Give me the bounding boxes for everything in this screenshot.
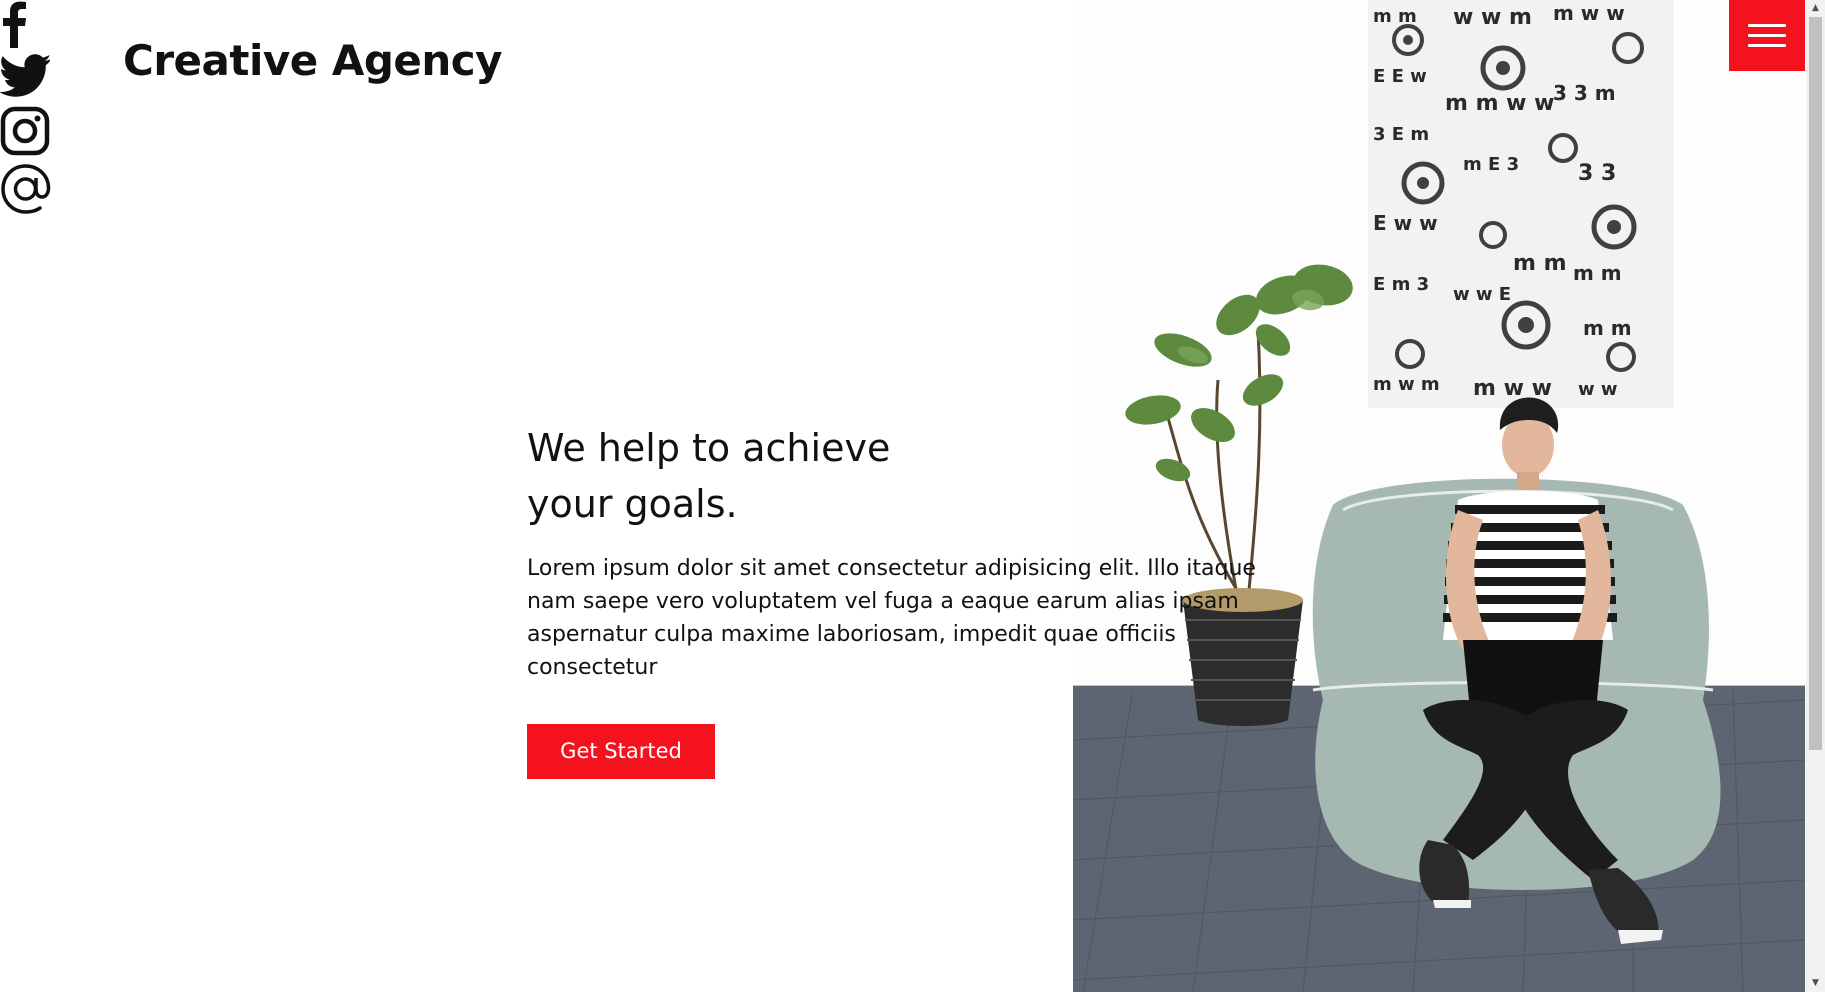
hamburger-menu-icon-bar-3 bbox=[1748, 44, 1786, 47]
hamburger-menu-icon-bar-2 bbox=[1748, 34, 1786, 37]
svg-text:3 E m: 3 E m bbox=[1373, 124, 1429, 145]
hero-title: We help to achieve your goals. bbox=[527, 426, 891, 526]
svg-text:m m: m m bbox=[1583, 316, 1632, 340]
facebook-icon[interactable] bbox=[0, 0, 28, 48]
svg-text:E w w: E w w bbox=[1373, 211, 1438, 235]
vertical-scrollbar[interactable]: ▲ ▼ bbox=[1806, 0, 1825, 992]
svg-text:m w m: m w m bbox=[1373, 374, 1440, 395]
svg-text:E m 3: E m 3 bbox=[1373, 274, 1429, 295]
svg-text:m m w w: m m w w bbox=[1445, 91, 1554, 116]
instagram-icon[interactable] bbox=[0, 106, 50, 156]
svg-text:m w w: m w w bbox=[1553, 1, 1625, 25]
svg-text:m m: m m bbox=[1573, 261, 1622, 285]
hero-section: We help to achieve your goals. Lorem ips… bbox=[527, 420, 1267, 779]
at-sign-icon[interactable] bbox=[0, 163, 52, 215]
svg-text:m E 3: m E 3 bbox=[1463, 154, 1519, 175]
svg-text:3 3 m: 3 3 m bbox=[1553, 81, 1616, 105]
menu-button[interactable] bbox=[1729, 0, 1805, 71]
svg-text:w w m: w w m bbox=[1453, 5, 1532, 30]
svg-text:E E w: E E w bbox=[1373, 66, 1427, 87]
scroll-up-icon[interactable]: ▲ bbox=[1806, 0, 1825, 17]
get-started-button[interactable]: Get Started bbox=[527, 724, 715, 779]
svg-text:w w: w w bbox=[1578, 379, 1618, 400]
hero-description: Lorem ipsum dolor sit amet consectetur a… bbox=[527, 556, 1256, 680]
svg-text:w w E: w w E bbox=[1453, 284, 1511, 305]
svg-text:3 3: 3 3 bbox=[1578, 161, 1616, 186]
twitter-icon[interactable] bbox=[0, 53, 50, 99]
svg-text:m w w: m w w bbox=[1473, 376, 1552, 401]
svg-text:m m: m m bbox=[1513, 251, 1567, 276]
scroll-down-icon[interactable]: ▼ bbox=[1806, 975, 1825, 992]
site-logo[interactable]: Creative Agency bbox=[123, 36, 503, 85]
hamburger-menu-icon bbox=[1748, 24, 1786, 27]
scrollbar-thumb[interactable] bbox=[1809, 17, 1822, 750]
svg-text:m m: m m bbox=[1373, 6, 1417, 27]
